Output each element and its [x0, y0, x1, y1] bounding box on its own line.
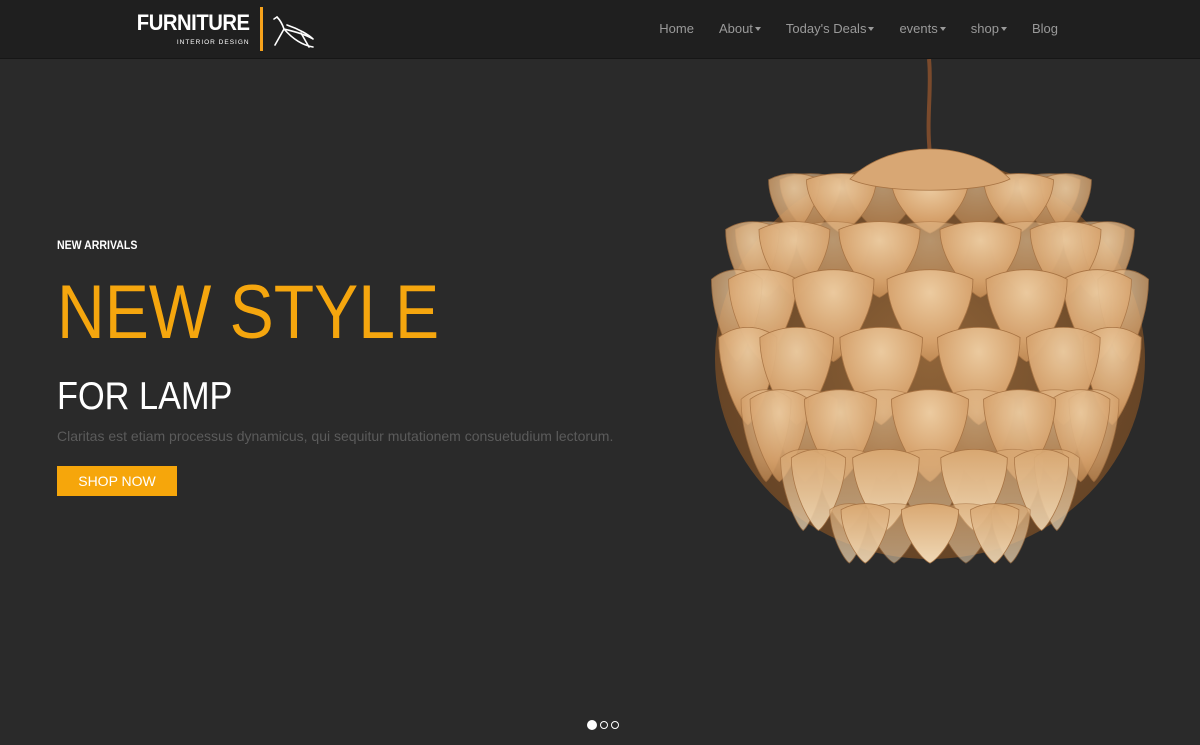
- hero-eyebrow: NEW ARRIVALS: [57, 238, 138, 252]
- hero-title: NEW STYLE: [57, 270, 440, 355]
- logo-divider: [259, 7, 263, 51]
- caret-down-icon: [868, 27, 875, 31]
- nav-shop-label: shop: [970, 21, 999, 36]
- page: FURNITURE INTERIOR DESIGN Home About Tod…: [0, 0, 1200, 745]
- nav-home[interactable]: Home: [659, 21, 694, 36]
- site-header: FURNITURE INTERIOR DESIGN Home About Tod…: [0, 0, 1200, 59]
- logo-text: FURNITURE INTERIOR DESIGN: [127, 9, 250, 47]
- main-nav: Home About Today's Deals events shop Blo…: [634, 0, 1058, 57]
- nav-events[interactable]: events: [899, 21, 946, 36]
- caret-down-icon: [1000, 27, 1007, 31]
- slider-pagination: [587, 720, 622, 730]
- caret-down-icon: [939, 27, 946, 31]
- nav-todays-deals-label: Today's Deals: [785, 21, 867, 36]
- pendant-lamp-image: [711, 59, 1149, 564]
- nav-events-label: events: [899, 21, 938, 36]
- nav-blog-label: Blog: [1031, 21, 1058, 36]
- slider-dot-1[interactable]: [587, 720, 597, 730]
- nav-shop[interactable]: shop: [971, 21, 1007, 36]
- logo-wordmark: FURNITURE: [136, 9, 250, 35]
- slider-dot-3[interactable]: [611, 721, 619, 729]
- slider-dot-2[interactable]: [600, 721, 608, 729]
- nav-home-label: Home: [659, 21, 694, 36]
- logo-tagline: INTERIOR DESIGN: [176, 38, 250, 46]
- shop-now-button[interactable]: SHOP NOW: [57, 466, 177, 496]
- hero-subtitle: FOR LAMP: [57, 375, 233, 418]
- hero-description: Claritas est etiam processus dynamicus, …: [57, 428, 614, 444]
- caret-down-icon: [754, 27, 761, 31]
- nav-about-label: About: [718, 21, 753, 36]
- logo[interactable]: FURNITURE INTERIOR DESIGN: [127, 6, 317, 52]
- chair-icon: [272, 16, 314, 48]
- nav-about[interactable]: About: [719, 21, 761, 36]
- lamp-top-cap: [849, 148, 1011, 191]
- nav-todays-deals[interactable]: Today's Deals: [786, 21, 875, 36]
- nav-blog[interactable]: Blog: [1032, 21, 1058, 36]
